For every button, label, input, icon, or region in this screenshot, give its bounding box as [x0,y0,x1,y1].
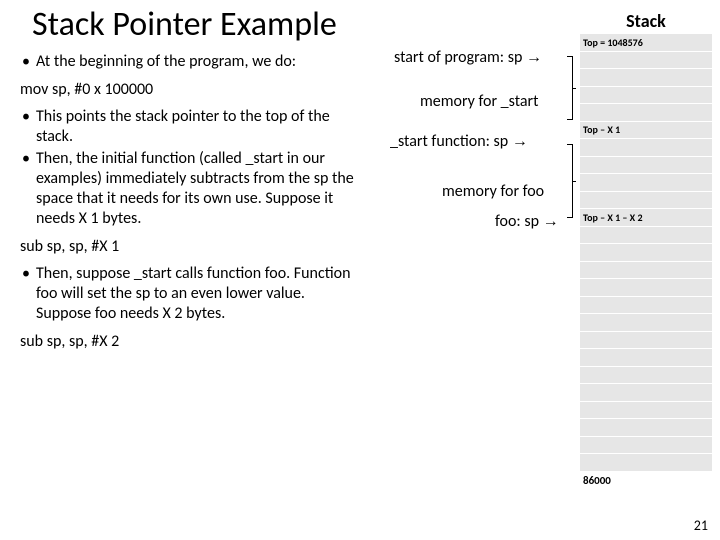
stack-cell [580,87,712,105]
stack-cell [580,384,712,402]
code-line-2: sub sp, sp, #X 1 [18,237,580,256]
stack-cell [580,279,712,297]
stack-bottom-label: 86000 [580,472,712,490]
stack-cell [580,69,712,87]
bracket-start-mem [572,56,573,120]
stack-column: Stack Top = 1048576 Top – X 1 Top – X 1 … [580,10,712,490]
bullet-3: Then, the initial function (called _star… [18,149,358,229]
bullet-2: This points the stack pointer to the top… [18,107,358,147]
stack-cell [580,227,712,245]
bullet-list-2: This points the stack pointer to the top… [18,107,580,229]
stack-cells: Top = 1048576 Top – X 1 Top – X 1 – X 2 [580,34,712,490]
arrow-icon: → [526,49,542,66]
stack-cell [580,244,712,262]
stack-cell [580,402,712,420]
stack-header: Stack [580,10,712,32]
annot-memory-foo: memory for foo [442,182,544,201]
stack-cell [580,349,712,367]
stack-cell [580,262,712,280]
stack-cell [580,332,712,350]
annot-start-program: start of program: sp → [394,48,542,67]
stack-cell [580,192,712,210]
code-line-3: sub sp, sp, #X 2 [18,332,580,351]
stack-cell [580,297,712,315]
stack-cell [580,104,712,122]
bullet-list-3: Then, suppose _start calls function foo.… [18,264,580,324]
stack-cell-label-top: Top = 1048576 [580,34,712,52]
stack-cell [580,139,712,157]
stack-cell [580,174,712,192]
stack-cell-label-x1x2: Top – X 1 – X 2 [580,209,712,227]
stack-cell-label-x1: Top – X 1 [580,122,712,140]
annot-text: start of program: sp [394,48,526,67]
stack-cell [580,157,712,175]
bullet-4: Then, suppose _start calls function foo.… [18,264,358,324]
stack-cell [580,437,712,455]
arrow-icon: → [512,133,528,150]
annot-start-function: _start function: sp → [390,132,528,151]
stack-cell [580,314,712,332]
arrow-icon: → [543,213,559,230]
annot-text: _start function: sp [390,132,512,151]
annot-foo: foo: sp → [495,212,559,231]
slide: Stack Pointer Example At the beginning o… [0,0,720,540]
stack-cell [580,52,712,70]
stack-cell [580,454,712,472]
stack-cell [580,367,712,385]
bracket-foo-mem [572,144,573,218]
annot-memory-start: memory for _start [420,92,538,111]
annot-text: foo: sp [495,212,543,231]
page-number: 21 [694,517,708,534]
stack-cell [580,419,712,437]
